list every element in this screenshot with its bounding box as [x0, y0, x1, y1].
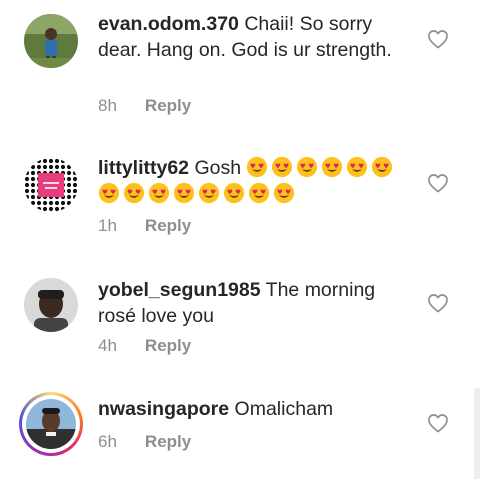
avatar-photo-icon	[24, 278, 78, 332]
heart-eyes-emoji	[223, 182, 245, 204]
avatar	[26, 399, 76, 449]
heart-eyes-emoji	[248, 182, 270, 204]
heart-eyes-emoji	[246, 156, 268, 178]
comment-username[interactable]: yobel_segun1985	[98, 279, 261, 301]
comment-username[interactable]: littylitty62	[98, 157, 189, 179]
comment-time: 8h	[98, 96, 117, 115]
reply-button[interactable]: Reply	[145, 336, 191, 356]
heart-outline-icon[interactable]	[427, 413, 449, 433]
story-ring[interactable]	[19, 392, 83, 456]
heart-eyes-emoji	[198, 182, 220, 204]
avatar-photo-icon	[24, 14, 78, 68]
comment-meta: 4h Reply	[98, 336, 191, 356]
comment-meta: 8h Reply	[98, 96, 191, 116]
heart-eyes-emoji	[273, 182, 295, 204]
comment-meta: 1h Reply	[98, 216, 191, 236]
heart-eyes-emoji	[271, 156, 293, 178]
heart-eyes-emoji	[173, 182, 195, 204]
comment-body: Gosh	[194, 157, 242, 179]
heart-outline-icon[interactable]	[427, 29, 449, 49]
heart-eyes-emoji	[346, 156, 368, 178]
avatar[interactable]	[24, 14, 78, 68]
comment-meta: 6h Reply	[98, 432, 191, 452]
comment-text: yobel_segun1985 The morning rosé love yo…	[98, 277, 410, 329]
reply-button[interactable]: Reply	[145, 432, 191, 452]
heart-eyes-emoji	[98, 182, 120, 204]
comment-time: 6h	[98, 432, 117, 451]
comment-text: littylitty62 Gosh	[98, 155, 410, 207]
heart-eyes-emoji	[321, 156, 343, 178]
heart-eyes-emoji	[371, 156, 393, 178]
comment-time: 4h	[98, 336, 117, 355]
comment-time: 1h	[98, 216, 117, 235]
scroll-edge	[474, 388, 480, 479]
comment-text: evan.odom.370 Chaii! So sorry dear. Hang…	[98, 11, 410, 63]
avatar[interactable]	[24, 278, 78, 332]
heart-eyes-emoji	[296, 156, 318, 178]
comment-text: nwasingapore Omalicham	[98, 396, 410, 422]
reply-button[interactable]: Reply	[145, 96, 191, 116]
reply-button[interactable]: Reply	[145, 216, 191, 236]
heart-eyes-emoji	[123, 182, 145, 204]
heart-outline-icon[interactable]	[427, 293, 449, 313]
heart-outline-icon[interactable]	[427, 173, 449, 193]
comment-username[interactable]: nwasingapore	[98, 398, 229, 420]
heart-eyes-emoji	[148, 182, 170, 204]
avatar-photo-icon	[26, 399, 76, 449]
avatar-logo-icon	[24, 158, 78, 212]
comment-username[interactable]: evan.odom.370	[98, 13, 239, 35]
avatar[interactable]	[24, 158, 78, 212]
comment-body: Omalicham	[234, 398, 334, 420]
